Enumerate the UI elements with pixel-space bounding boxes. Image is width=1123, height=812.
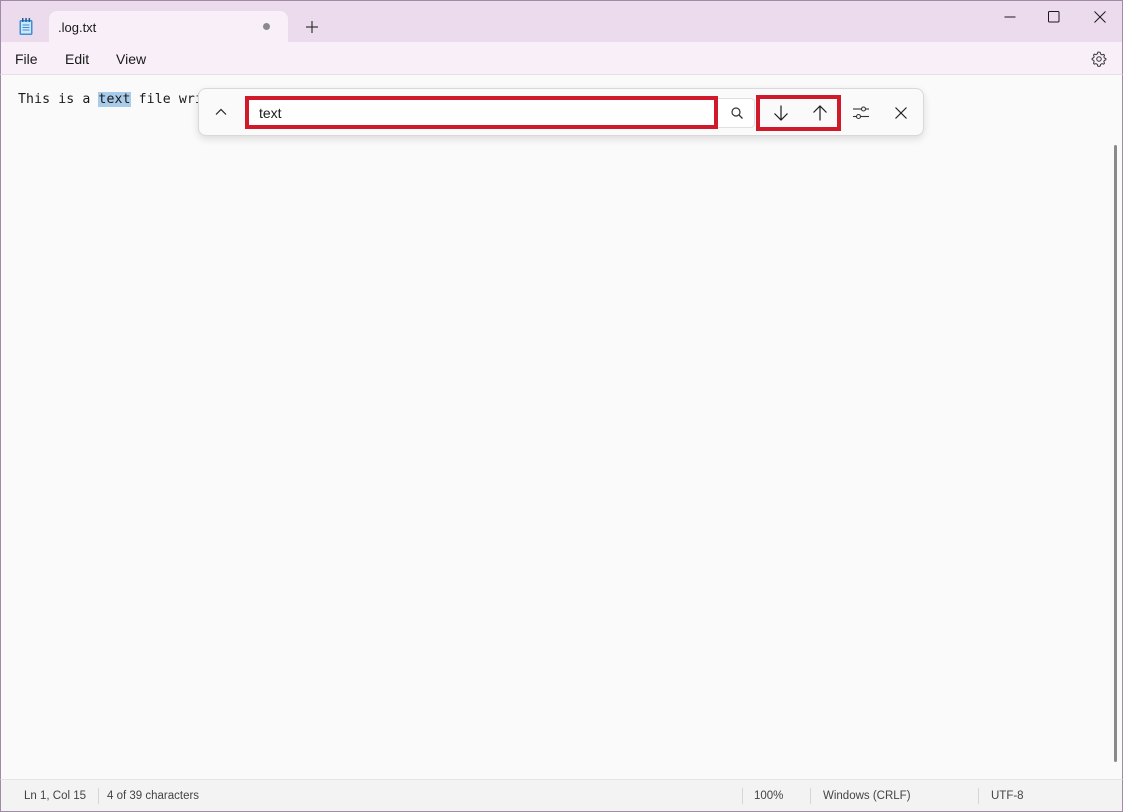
text-editor[interactable]: This is a text file wri	[0, 75, 1123, 779]
title-bar: .log.txt	[0, 0, 1123, 43]
notepad-icon	[19, 18, 33, 35]
cursor-position: Ln 1, Col 15	[24, 790, 87, 802]
toggle-replace-button[interactable]	[207, 98, 235, 126]
plus-icon[interactable]	[302, 17, 322, 37]
menu-bar: File Edit View	[0, 42, 1123, 75]
find-panel	[198, 88, 924, 136]
menu-view[interactable]: View	[116, 51, 146, 67]
search-icon	[731, 107, 743, 119]
gear-icon[interactable]	[1090, 50, 1108, 68]
tab-title: .log.txt	[58, 20, 97, 35]
status-bar: Ln 1, Col 15 4 of 39 characters 100% Win…	[0, 779, 1123, 812]
find-input[interactable]	[246, 98, 755, 128]
minimize-button[interactable]	[987, 1, 1033, 33]
search-match-highlight: text	[98, 92, 131, 107]
editor-line-1[interactable]: This is a text file wri	[18, 92, 203, 107]
status-divider	[810, 788, 811, 804]
text-after-match: file wri	[130, 92, 203, 107]
menu-file[interactable]: File	[15, 51, 38, 67]
tab-log-txt[interactable]: .log.txt	[49, 11, 288, 43]
zoom-level[interactable]: 100%	[754, 790, 783, 802]
line-ending[interactable]: Windows (CRLF)	[823, 790, 911, 802]
chevron-up-icon	[215, 108, 227, 115]
find-previous-button[interactable]	[806, 99, 834, 127]
arrow-up-icon	[813, 105, 827, 121]
find-options-button[interactable]	[847, 99, 875, 127]
close-window-button[interactable]	[1077, 1, 1123, 33]
status-divider	[742, 788, 743, 804]
menu-edit[interactable]: Edit	[65, 51, 89, 67]
text-before-match: This is a	[18, 92, 99, 107]
minimize-icon	[1004, 16, 1016, 18]
find-next-button[interactable]	[767, 99, 795, 127]
status-divider	[98, 788, 99, 804]
maximize-icon	[1048, 11, 1060, 23]
options-icon	[853, 106, 869, 120]
unsaved-dot-icon[interactable]	[263, 23, 270, 30]
encoding[interactable]: UTF-8	[991, 790, 1024, 802]
vertical-scrollbar[interactable]	[1114, 145, 1117, 762]
arrow-down-icon	[774, 105, 788, 121]
close-find-icon	[895, 107, 907, 119]
close-find-button[interactable]	[887, 99, 915, 127]
status-divider	[978, 788, 979, 804]
close-icon	[1094, 11, 1106, 23]
character-count: 4 of 39 characters	[107, 790, 200, 802]
search-button[interactable]	[723, 99, 751, 127]
maximize-button[interactable]	[1031, 1, 1077, 33]
